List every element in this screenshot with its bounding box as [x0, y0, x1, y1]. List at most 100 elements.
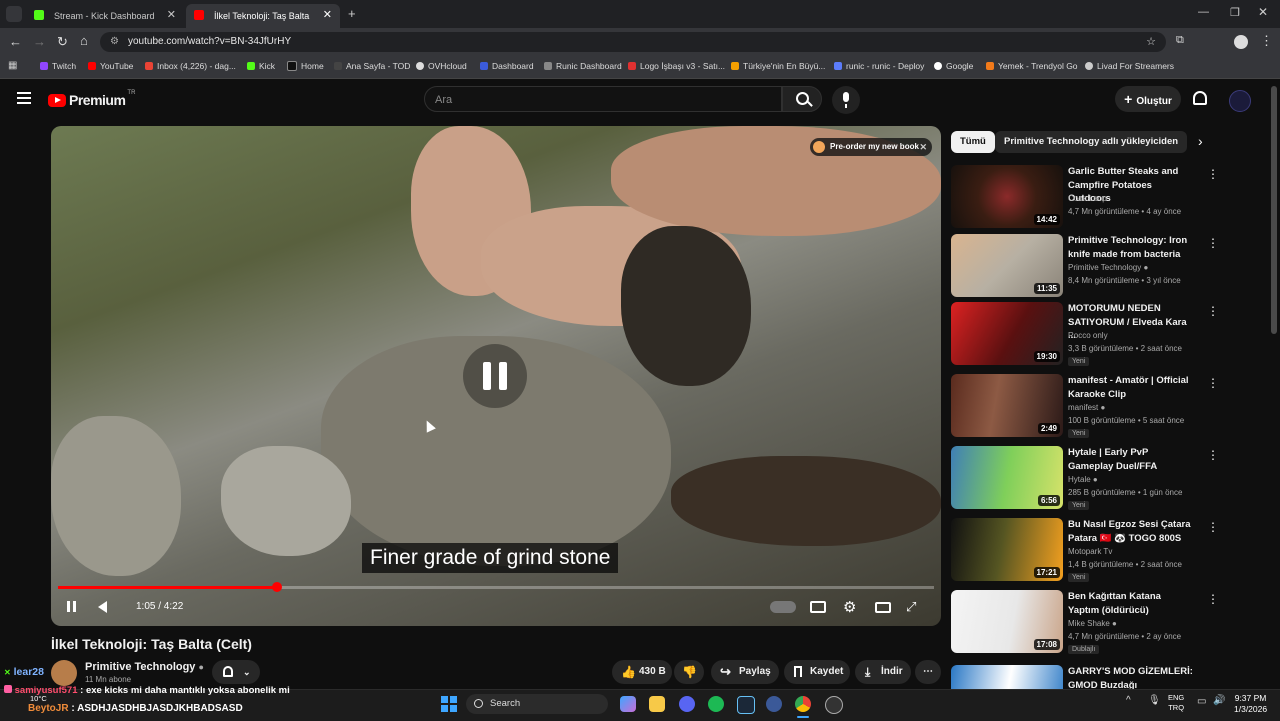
chip-all[interactable]: Tümü	[951, 131, 995, 153]
search-button[interactable]	[782, 86, 822, 112]
recommended-video[interactable]: GARRY'S MOD GİZEMLERİ: GMOD Buzdağı ⋮	[951, 665, 1207, 689]
extensions-icon[interactable]: ⧉	[1176, 34, 1184, 47]
chip-next-icon[interactable]: ›	[1198, 133, 1203, 149]
bookmark-item[interactable]: Twitch	[40, 61, 76, 71]
obs-icon[interactable]	[825, 696, 843, 714]
weather-widget[interactable]: 10°C	[30, 694, 47, 703]
recommended-video[interactable]: 19:30 MOTORUMU NEDEN SATIYORUM / Elveda …	[951, 302, 1219, 368]
create-button[interactable]: + Oluştur	[1115, 86, 1181, 112]
recommended-video[interactable]: 14:42 Garlic Butter Steaks and Campfire …	[951, 165, 1219, 231]
address-bar[interactable]: ⚙ youtube.com/watch?v=BN-34JfUrHY ☆	[100, 32, 1166, 52]
close-tab-icon[interactable]: ✕	[323, 8, 332, 21]
search-input[interactable]: Ara	[424, 86, 782, 112]
subscribe-bell-button[interactable]: ⌄	[212, 660, 260, 684]
discord-icon[interactable]	[679, 696, 695, 712]
captions-icon[interactable]	[810, 601, 826, 613]
maximize-icon[interactable]: ❐	[1230, 6, 1240, 19]
profile-avatar[interactable]	[1234, 35, 1248, 49]
more-options-icon[interactable]: ⋮	[1207, 448, 1219, 462]
center-pause-icon[interactable]	[463, 344, 527, 408]
mic-icon[interactable]	[832, 86, 860, 114]
like-button[interactable]: 👍 430 B	[612, 660, 672, 684]
close-window-icon[interactable]: ✕	[1258, 5, 1268, 19]
steam-icon[interactable]	[737, 696, 755, 714]
autoplay-toggle[interactable]	[770, 601, 796, 613]
site-info-icon[interactable]: ⚙	[110, 32, 119, 52]
account-avatar[interactable]	[1229, 90, 1251, 112]
youtube-logo[interactable]: Premium TR	[48, 90, 135, 108]
minimize-icon[interactable]: —	[1198, 6, 1209, 18]
recommended-video[interactable]: 11:35 Primitive Technology: Iron knife m…	[951, 234, 1219, 300]
app-icon[interactable]	[766, 696, 782, 712]
home-icon[interactable]: ⌂	[80, 33, 88, 48]
tray-chevron-icon[interactable]: ^	[1126, 695, 1131, 706]
settings-gear-icon[interactable]: ⚙	[843, 598, 856, 616]
language-indicator[interactable]: ENG TRQ	[1168, 693, 1184, 713]
taskbar-search[interactable]: Search	[466, 694, 608, 714]
bookmark-item[interactable]: Google	[934, 61, 973, 71]
preorder-card[interactable]: Pre-order my new book ✕	[810, 138, 932, 156]
volume-icon[interactable]	[98, 601, 107, 613]
spotify-icon[interactable]	[708, 696, 724, 712]
system-clock[interactable]: 9:37 PM 1/3/2026	[1234, 693, 1267, 715]
file-explorer-icon[interactable]	[649, 696, 665, 712]
bookmark-item[interactable]: Kick	[247, 61, 275, 71]
bookmark-item[interactable]: Logo İşbaşı v3 - Satı...	[628, 61, 725, 71]
more-options-icon[interactable]: ⋮	[1207, 376, 1219, 390]
pause-button[interactable]	[66, 601, 78, 613]
reload-icon[interactable]: ↻	[57, 34, 68, 50]
bookmark-item[interactable]: Livad For Streamers	[1085, 61, 1174, 71]
page-scrollbar[interactable]	[1271, 86, 1277, 334]
rec-meta: 100 B görüntüleme • 5 saat önce	[1068, 416, 1185, 425]
more-options-icon[interactable]: ⋮	[1207, 592, 1219, 606]
close-card-icon[interactable]: ✕	[919, 138, 927, 156]
save-button[interactable]: Kaydet	[784, 660, 850, 684]
windows-start-icon[interactable]	[441, 696, 457, 712]
theater-mode-icon[interactable]	[875, 602, 891, 613]
bookmark-item[interactable]: Home	[287, 61, 324, 71]
recommended-video[interactable]: 17:08 Ben Kağıttan Katana Yaptım (öldürü…	[951, 590, 1219, 656]
more-options-icon[interactable]: ⋮	[1207, 304, 1219, 318]
channel-name[interactable]: Primitive Technology ●	[85, 661, 204, 673]
chip-uploader[interactable]: Primitive Technology adlı yükleyiciden	[995, 131, 1188, 153]
hamburger-menu-icon[interactable]	[17, 92, 31, 104]
back-icon[interactable]: ←	[9, 34, 22, 49]
network-icon[interactable]: ▭	[1197, 696, 1206, 707]
share-button[interactable]: ↪ Paylaş	[711, 660, 779, 684]
menu-icon[interactable]: ⋮	[1260, 33, 1273, 49]
bookmark-item[interactable]: runic - runic - Deploy	[834, 61, 924, 71]
recommended-video[interactable]: 2:49 manifest - Amatör | Official Karaok…	[951, 374, 1219, 440]
close-tab-icon[interactable]: ✕	[167, 8, 176, 21]
recommended-video[interactable]: 6:56 Hytale | Early PvP Gameplay Duel/FF…	[951, 446, 1219, 512]
more-options-icon[interactable]: ⋮	[1207, 520, 1219, 534]
bookmark-star-icon[interactable]: ☆	[1146, 32, 1156, 52]
notifications-bell-icon[interactable]	[1193, 91, 1207, 105]
dislike-button[interactable]: 👎	[674, 660, 704, 684]
bookmark-item[interactable]: Türkiye'nin En Büyü...	[731, 61, 825, 71]
more-options-icon[interactable]: ⋮	[1207, 167, 1219, 181]
tab-search-button[interactable]	[6, 6, 22, 22]
volume-tray-icon[interactable]: 🔊	[1213, 695, 1225, 706]
new-tab-icon[interactable]: +	[348, 6, 356, 21]
fullscreen-icon[interactable]: ⤢	[906, 599, 916, 615]
recommended-video[interactable]: 17:21 Bu Nasıl Egzoz Sesi Çatara Patara …	[951, 518, 1219, 584]
bookmark-item[interactable]: Dashboard	[480, 61, 534, 71]
copilot-icon[interactable]	[620, 696, 636, 712]
tab-youtube-video[interactable]: İlkel Teknoloji: Taş Balta (Celt) ✕	[186, 4, 340, 28]
progress-scrubber[interactable]	[272, 582, 282, 592]
bookmark-item[interactable]: YouTube	[88, 61, 133, 71]
bookmark-item[interactable]: Ana Sayfa - TOD	[334, 61, 410, 71]
channel-avatar[interactable]	[51, 660, 77, 686]
more-actions-button[interactable]: ⋯	[915, 660, 941, 684]
tray-mic-icon[interactable]: 🎙	[1148, 695, 1161, 706]
bookmark-item[interactable]: Inbox (4,226) - dag...	[145, 61, 236, 71]
forward-icon[interactable]: →	[33, 34, 46, 49]
bookmark-item[interactable]: Runic Dashboard	[544, 61, 622, 71]
tab-kick-dashboard[interactable]: Stream - Kick Dashboard ✕	[26, 4, 184, 28]
bookmark-item[interactable]: OVHcloud	[416, 61, 467, 71]
download-button[interactable]: ⤓ İndir	[855, 660, 911, 684]
bookmark-item[interactable]: Yemek - Trendyol Go	[986, 61, 1078, 71]
apps-icon[interactable]: ▦	[8, 60, 17, 71]
chrome-icon[interactable]	[795, 696, 811, 712]
more-options-icon[interactable]: ⋮	[1207, 236, 1219, 250]
